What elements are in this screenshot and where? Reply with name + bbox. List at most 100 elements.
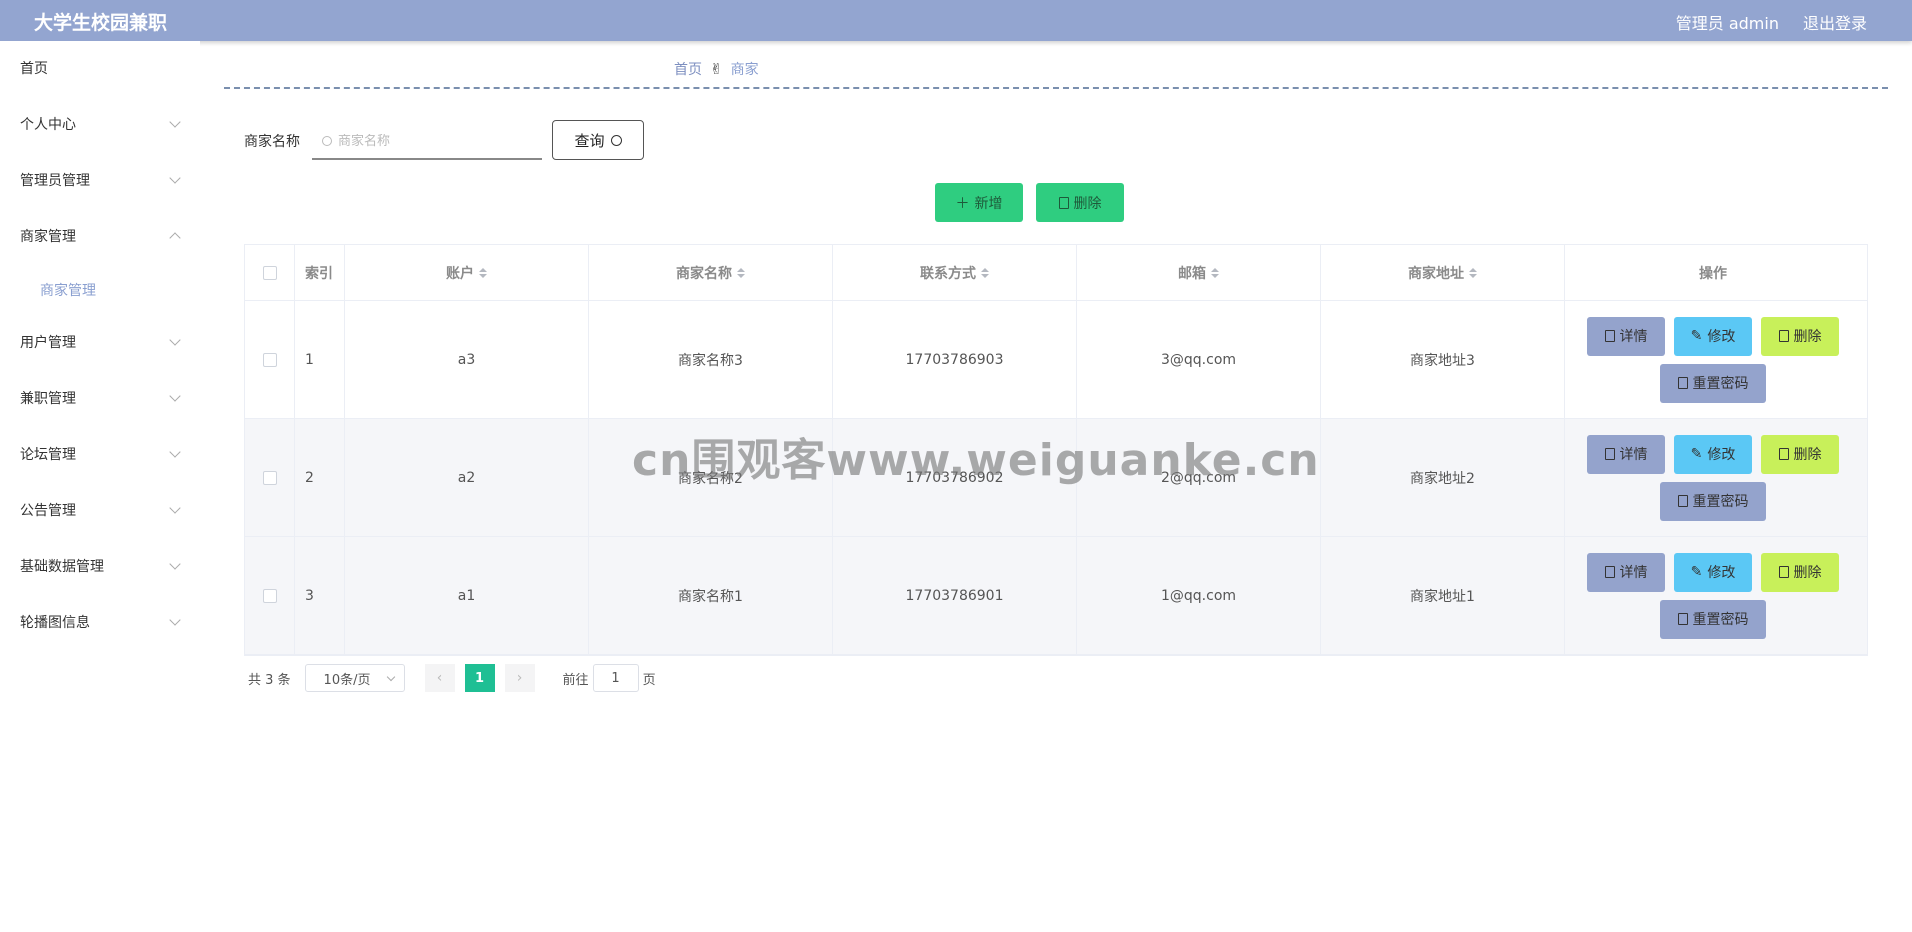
reset-password-button[interactable]: 重置密码 [1660, 363, 1766, 403]
hand-icon: ✌ [710, 60, 723, 78]
logout-link[interactable]: 退出登录 [1803, 10, 1867, 34]
chevron-down-icon [169, 172, 181, 184]
reset-password-label: 重置密码 [1692, 494, 1749, 510]
cell-ops: 详情 ✎ 修改 删除 重置密码 [1565, 419, 1861, 536]
chevron-down-icon [169, 116, 181, 128]
search-label: 商家名称 [244, 134, 300, 150]
table-row: 1 a3 商家名称3 17703786903 3@qq.com 商家地址3 详情… [245, 301, 1867, 419]
pagination: 共 3 条 10条/页 ‹ 1 › 前往 页 [248, 664, 656, 692]
sidebar-item-parttime[interactable]: 兼职管理 [20, 378, 185, 418]
next-page-button[interactable]: › [504, 664, 535, 692]
header-account[interactable]: 账户 [345, 245, 589, 300]
divider [224, 87, 1888, 89]
add-button[interactable]: ＋ 新增 [935, 183, 1023, 222]
cell-account: a3 [345, 301, 589, 418]
page-number-button[interactable]: 1 [464, 664, 495, 692]
delete-button-label: 删除 [1073, 195, 1102, 212]
breadcrumb-current: 商家 [730, 62, 759, 78]
admin-label: 管理员 admin [1675, 14, 1779, 33]
breadcrumb: 首页 ✌ 商家 [674, 59, 759, 79]
cell-account: a2 [345, 419, 589, 536]
query-button[interactable]: 查询 [552, 120, 644, 160]
sidebar-item-label: 公告管理 [20, 503, 76, 519]
cell-email: 1@qq.com [1077, 537, 1321, 654]
header-name[interactable]: 商家名称 [589, 245, 833, 300]
row-checkbox-cell [245, 537, 295, 654]
header-phone[interactable]: 联系方式 [833, 245, 1077, 300]
page-size-value: 10条/页 [323, 672, 371, 688]
prev-page-button[interactable]: ‹ [424, 664, 455, 692]
header-ops: 操作 [1699, 265, 1727, 282]
header-email[interactable]: 邮箱 [1077, 245, 1321, 300]
table-row: 2 a2 商家名称2 17703786902 2@qq.com 商家地址2 详情… [245, 419, 1867, 537]
cell-index: 3 [295, 537, 345, 654]
ops-row: 详情 ✎ 修改 删除 [1587, 552, 1839, 592]
sidebar-item-forum[interactable]: 论坛管理 [20, 434, 185, 474]
row-checkbox[interactable] [262, 588, 277, 603]
page-suffix: 页 [642, 672, 656, 688]
sidebar-item-label: 论坛管理 [20, 447, 76, 463]
pencil-icon: ✎ [1690, 564, 1703, 580]
detail-button[interactable]: 详情 [1587, 552, 1665, 592]
search-input[interactable] [338, 133, 528, 149]
sort-icon [1469, 267, 1477, 278]
cell-name: 商家名称2 [589, 419, 833, 536]
edit-button[interactable]: ✎ 修改 [1674, 316, 1752, 356]
sidebar-item-carousel[interactable]: 轮播图信息 [20, 602, 185, 642]
page-size-select[interactable]: 10条/页 [304, 664, 405, 692]
delete-button[interactable]: 删除 [1761, 552, 1839, 592]
chevron-down-icon [386, 672, 395, 681]
delete-label: 删除 [1793, 565, 1822, 581]
sidebar-item-user[interactable]: 用户管理 [20, 322, 185, 362]
reset-password-label: 重置密码 [1692, 612, 1749, 628]
row-checkbox[interactable] [262, 470, 277, 485]
cell-email: 3@qq.com [1077, 301, 1321, 418]
cell-account: a1 [345, 537, 589, 654]
chevron-down-icon [169, 390, 181, 402]
top-bar: 大学生校园兼职 管理员 admin 退出登录 [0, 0, 1912, 41]
sidebar-item-personal[interactable]: 个人中心 [20, 104, 185, 144]
reset-password-button[interactable]: 重置密码 [1660, 599, 1766, 639]
breadcrumb-home[interactable]: 首页 [674, 59, 702, 79]
goto-page: 前往 页 [563, 664, 656, 692]
sort-icon [479, 267, 487, 278]
sidebar-item-label: 基础数据管理 [20, 559, 104, 575]
sidebar-item-basedata[interactable]: 基础数据管理 [20, 546, 185, 586]
ops-row: 详情 ✎ 修改 删除 [1587, 316, 1839, 356]
sidebar-item-notice[interactable]: 公告管理 [20, 490, 185, 530]
sidebar-item-admin[interactable]: 管理员管理 [20, 160, 185, 200]
delete-button[interactable]: 删除 [1761, 316, 1839, 356]
sidebar-item-home[interactable]: 首页 [20, 48, 185, 88]
delete-label: 删除 [1793, 329, 1822, 345]
document-icon [1677, 613, 1688, 625]
goto-page-input[interactable] [592, 664, 639, 692]
header-address-label: 商家地址 [1408, 265, 1464, 282]
edit-button[interactable]: ✎ 修改 [1674, 434, 1752, 474]
cell-index: 1 [295, 301, 345, 418]
row-checkbox-cell [245, 301, 295, 418]
chevron-right-icon: › [516, 670, 523, 686]
detail-button[interactable]: 详情 [1587, 434, 1665, 474]
batch-delete-button[interactable]: 删除 [1036, 183, 1124, 222]
add-button-label: 新增 [974, 195, 1003, 212]
cell-email: 2@qq.com [1077, 419, 1321, 536]
sidebar-item-merchant[interactable]: 商家管理 [20, 216, 185, 256]
delete-button[interactable]: 删除 [1761, 434, 1839, 474]
sort-icon [1211, 267, 1219, 278]
detail-button[interactable]: 详情 [1587, 316, 1665, 356]
reset-password-button[interactable]: 重置密码 [1660, 481, 1766, 521]
sidebar-subitem-merchant[interactable]: 商家管理 [40, 280, 96, 300]
select-all-checkbox[interactable] [262, 265, 277, 280]
row-checkbox-cell [245, 419, 295, 536]
pencil-icon: ✎ [1690, 446, 1703, 462]
document-icon [1604, 448, 1615, 460]
row-checkbox[interactable] [262, 352, 277, 367]
sidebar-item-label: 首页 [20, 61, 48, 77]
pagination-total: 共 3 条 [248, 672, 291, 688]
detail-label: 详情 [1619, 565, 1648, 581]
chevron-down-icon [169, 334, 181, 346]
edit-button[interactable]: ✎ 修改 [1674, 552, 1752, 592]
header-address[interactable]: 商家地址 [1321, 245, 1565, 300]
header-checkbox-cell [245, 245, 295, 300]
document-icon [1677, 495, 1688, 507]
